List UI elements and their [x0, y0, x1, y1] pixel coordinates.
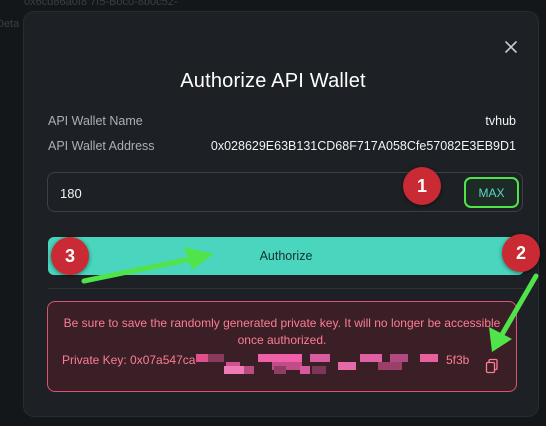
api-wallet-name-value: tvhub: [485, 114, 516, 128]
backdrop-text-2: Deta: [0, 18, 20, 30]
divider: [48, 288, 524, 289]
max-button[interactable]: MAX: [464, 177, 519, 208]
private-key-tail: 5f3b: [446, 353, 470, 367]
copy-icon[interactable]: [484, 358, 500, 374]
api-wallet-address-label: API Wallet Address: [48, 139, 155, 153]
warning-message: Be sure to save the randomly generated p…: [63, 316, 501, 347]
backdrop-text-1: 0x6cd86a0f8 7f5-Boc0-8b0c52-: [24, 0, 178, 8]
modal-title: Authorize API Wallet: [180, 70, 366, 92]
annotation-badge-1: 1: [403, 167, 441, 205]
amount-field: [47, 172, 523, 212]
annotation-badge-2: 2: [502, 234, 540, 272]
authorize-button[interactable]: Authorize: [48, 237, 524, 275]
private-key-label: Private Key: 0x07a547ca: [62, 353, 196, 367]
close-icon[interactable]: [500, 36, 522, 58]
api-wallet-name-label: API Wallet Name: [48, 114, 143, 128]
amount-input[interactable]: [60, 183, 360, 203]
api-wallet-address-value: 0x028629E63B131CD68F717A058Cfe57082E3EB9…: [210, 139, 516, 153]
annotation-badge-3: 3: [51, 237, 89, 275]
private-key-warning-box: Be sure to save the randomly generated p…: [47, 301, 517, 392]
